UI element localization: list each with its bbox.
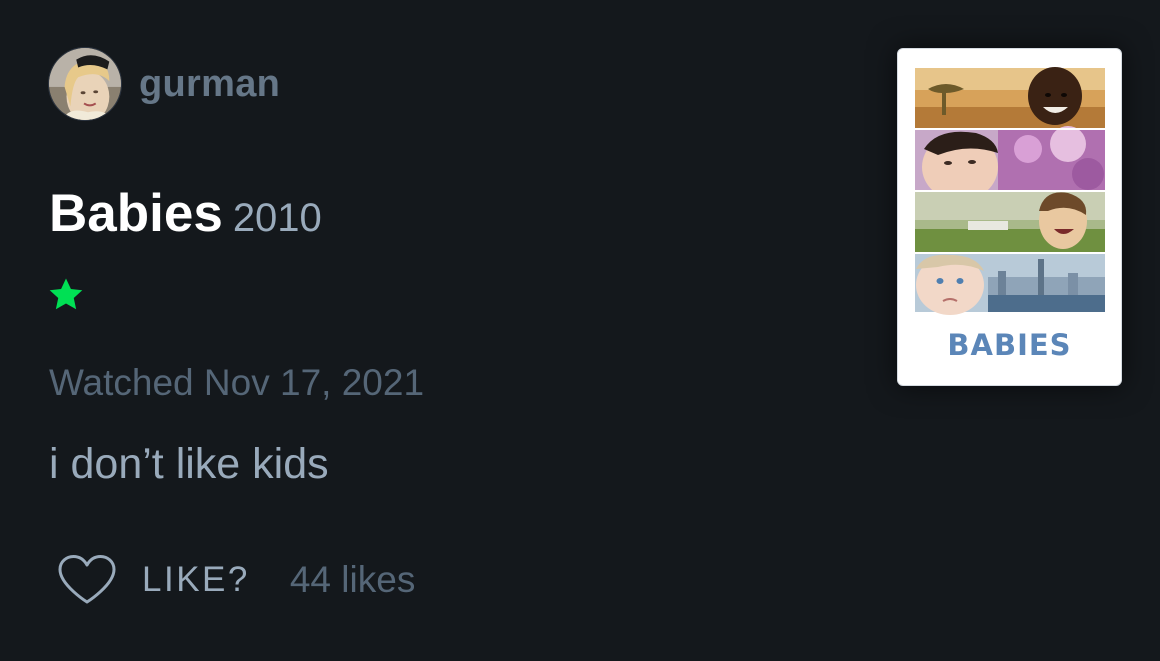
film-title[interactable]: Babies xyxy=(49,184,223,243)
avatar-photo-icon xyxy=(49,48,121,120)
heart-outline-icon[interactable] xyxy=(57,554,117,606)
review-text: i don’t like kids xyxy=(49,440,329,488)
review-card: gurman Babies 2010 Watched Nov 17, 2021 i… xyxy=(0,0,1160,661)
star-icon xyxy=(49,278,83,310)
film-year[interactable]: 2010 xyxy=(233,196,322,240)
likes-count[interactable]: 44 likes xyxy=(290,559,415,601)
film-heading: Babies 2010 xyxy=(49,183,322,244)
like-row: LIKE? 44 likes xyxy=(57,553,415,607)
watched-date: Watched Nov 17, 2021 xyxy=(49,362,425,403)
review-author[interactable]: gurman xyxy=(48,47,280,121)
user-avatar[interactable] xyxy=(48,47,122,121)
author-username[interactable]: gurman xyxy=(139,63,280,106)
like-button[interactable]: LIKE? xyxy=(142,560,250,600)
poster-title: BABIES xyxy=(947,328,1072,362)
film-poster[interactable]: BABIES xyxy=(897,48,1122,386)
